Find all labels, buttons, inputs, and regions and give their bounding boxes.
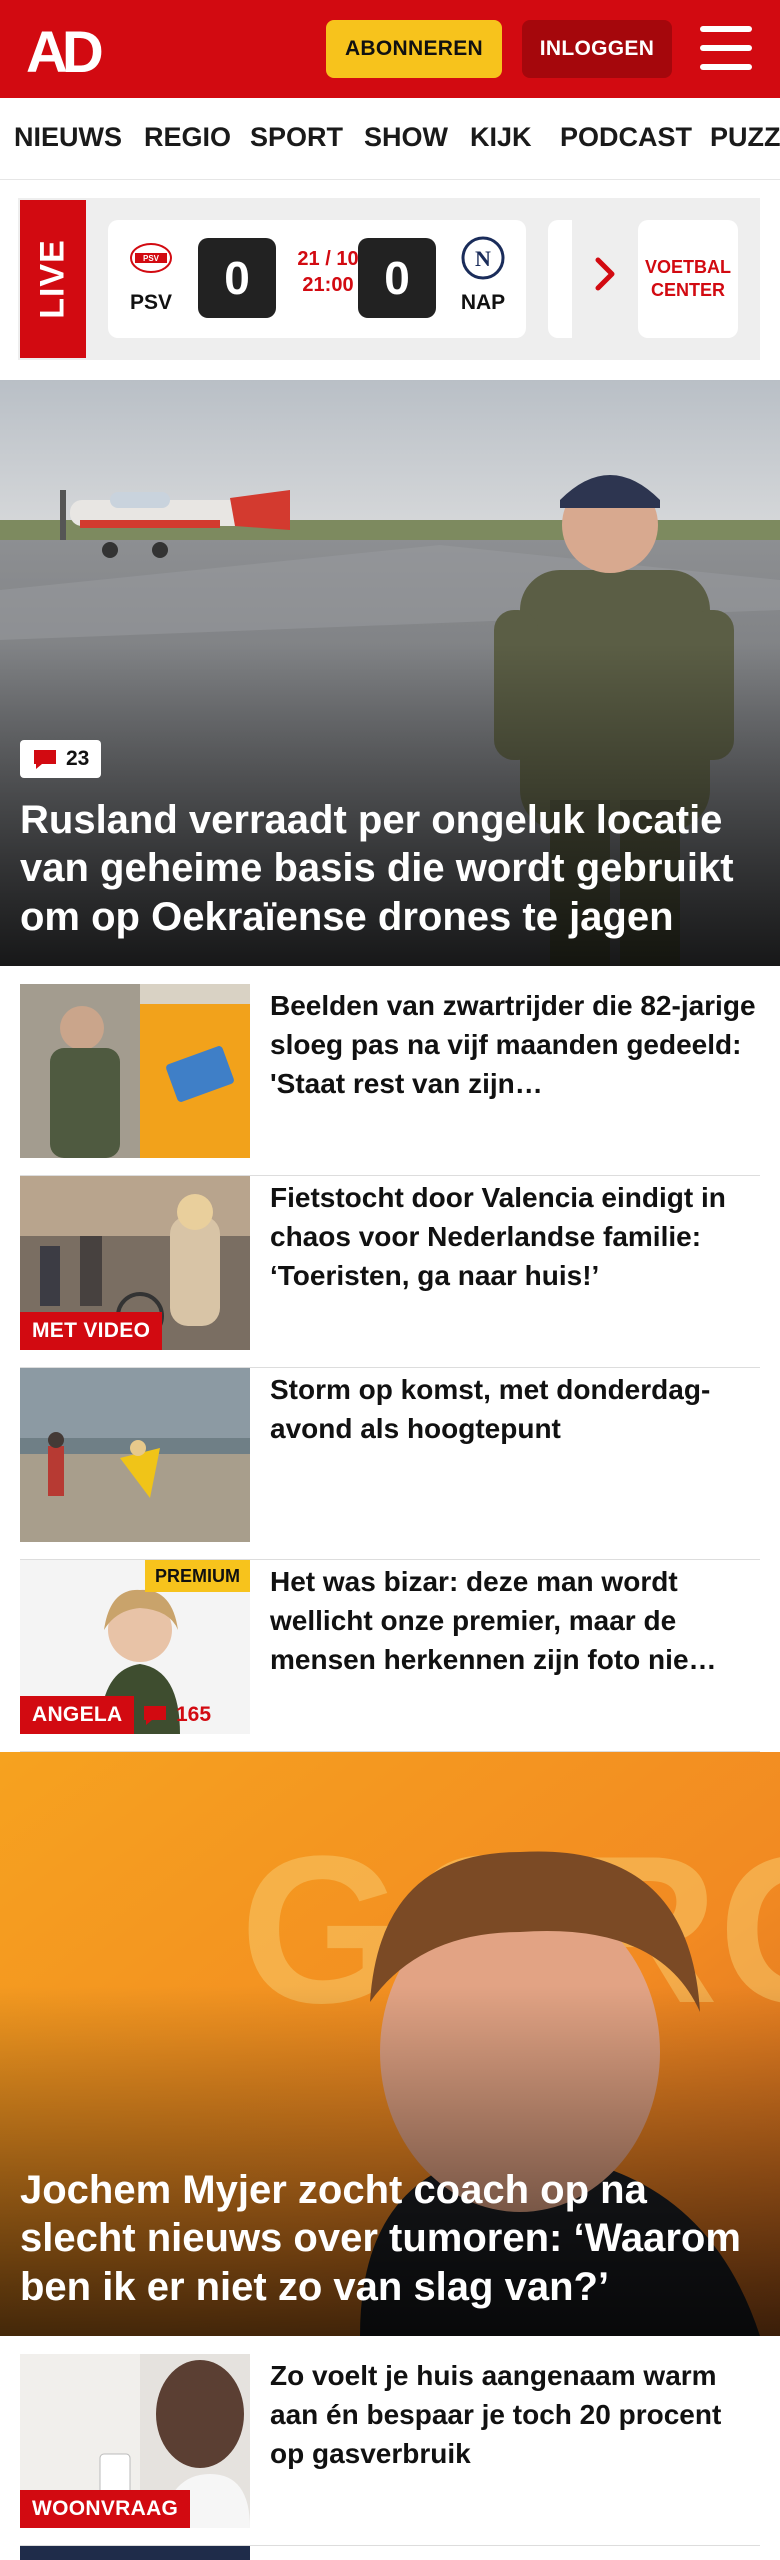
- section-nav: NIEUWS REGIO SPORT SHOW KIJK PODCAST PUZ…: [0, 98, 780, 180]
- article-title[interactable]: Zo voelt je huis aangenaam warm aan én b…: [270, 2356, 760, 2474]
- premium-badge: PREMIUM: [145, 1560, 250, 1592]
- home-team: PSV PSV: [116, 236, 186, 315]
- category-tag: WOONVRAAG: [20, 2490, 191, 2528]
- nav-item-kijk[interactable]: KIJK: [470, 122, 532, 153]
- comment-icon: [34, 750, 56, 769]
- comment-icon: [144, 1706, 166, 1725]
- next-match-card-peek[interactable]: [548, 220, 572, 338]
- nav-item-podcast[interactable]: PODCAST: [560, 122, 692, 153]
- nav-item-sport[interactable]: SPORT: [250, 122, 343, 153]
- svg-text:AD: AD: [26, 22, 102, 78]
- voetbal-center-link[interactable]: VOETBAL CENTER: [638, 220, 738, 338]
- next-article-thumbnail-peek[interactable]: [20, 2546, 250, 2560]
- list-item[interactable]: Storm op komst, met donderdag­avond als …: [20, 1368, 760, 1560]
- article-title[interactable]: Storm op komst, met donderdag­avond als …: [270, 1370, 760, 1448]
- hero-article-secondary[interactable]: GORG Jochem Myjer zocht coach op na slec…: [0, 1752, 780, 2336]
- list-item[interactable]: MET VIDEO Fietstocht door Valencia eindi…: [20, 1176, 760, 1368]
- napoli-crest-icon: N: [461, 236, 505, 280]
- article-title[interactable]: Het was bizar: deze man wordt wellicht o…: [270, 1562, 760, 1680]
- home-score: 0: [198, 238, 276, 318]
- article-thumbnail: [20, 1368, 250, 1542]
- away-score: 0: [358, 238, 436, 318]
- nav-item-nieuws[interactable]: NIEUWS: [14, 122, 122, 153]
- comment-count-badge: 23: [20, 740, 102, 778]
- comment-count: 165: [134, 1696, 219, 1734]
- list-item[interactable]: PREMIUM ANGELA 165 Het was bizar: deze m…: [20, 1560, 760, 1752]
- chevron-right-icon[interactable]: [590, 254, 620, 294]
- nav-item-regio[interactable]: REGIO: [144, 122, 231, 153]
- hero-title[interactable]: Jochem Myjer zocht coach op na slecht ni…: [20, 2166, 760, 2312]
- article-thumbnail: WOONVRAAG: [20, 2354, 250, 2528]
- video-tag: MET VIDEO: [20, 1312, 163, 1350]
- svg-text:PSV: PSV: [143, 254, 160, 263]
- nav-item-puzzel[interactable]: PUZZ: [710, 122, 780, 153]
- live-label: LIVE: [20, 200, 86, 358]
- nav-item-show[interactable]: SHOW: [364, 122, 448, 153]
- home-team-name: PSV: [129, 291, 173, 314]
- away-team-name: NAP: [460, 291, 506, 314]
- list-item[interactable]: Beelden van zwartrijder die 82-jarige sl…: [20, 984, 760, 1176]
- psv-crest-icon: PSV: [130, 243, 172, 273]
- login-button[interactable]: INLOGGEN: [522, 20, 672, 78]
- article-title[interactable]: Beelden van zwartrijder die 82-jarige sl…: [270, 986, 760, 1104]
- list-item[interactable]: WOONVRAAG Zo voelt je huis aangenaam war…: [20, 2354, 760, 2546]
- match-datetime: 21 / 10 21:00: [297, 248, 359, 296]
- category-tag: ANGELA: [20, 1696, 135, 1734]
- article-thumbnail: PREMIUM ANGELA 165: [20, 1560, 250, 1734]
- svg-text:N: N: [475, 246, 491, 271]
- live-scores-strip: LIVE PSV PSV 0 21 / 10 21:00 0 N NAP VOE…: [18, 198, 760, 360]
- article-thumbnail: MET VIDEO: [20, 1176, 250, 1350]
- match-card[interactable]: PSV PSV 0 21 / 10 21:00 0 N NAP: [108, 220, 526, 338]
- away-team: N NAP: [448, 236, 518, 315]
- subscribe-button[interactable]: ABONNEREN: [326, 20, 502, 78]
- top-bar: AD ABONNEREN INLOGGEN: [0, 0, 780, 98]
- article-thumbnail: [20, 984, 250, 1158]
- article-title[interactable]: Fietstocht door Valencia eindigt in chao…: [270, 1178, 760, 1296]
- hero-article[interactable]: 23 Rusland verraadt per ongeluk locatie …: [0, 380, 780, 966]
- hero-title[interactable]: Rusland verraadt per ongeluk locatie van…: [20, 796, 760, 942]
- ad-logo[interactable]: AD: [26, 22, 114, 78]
- hamburger-menu-icon[interactable]: [700, 26, 752, 70]
